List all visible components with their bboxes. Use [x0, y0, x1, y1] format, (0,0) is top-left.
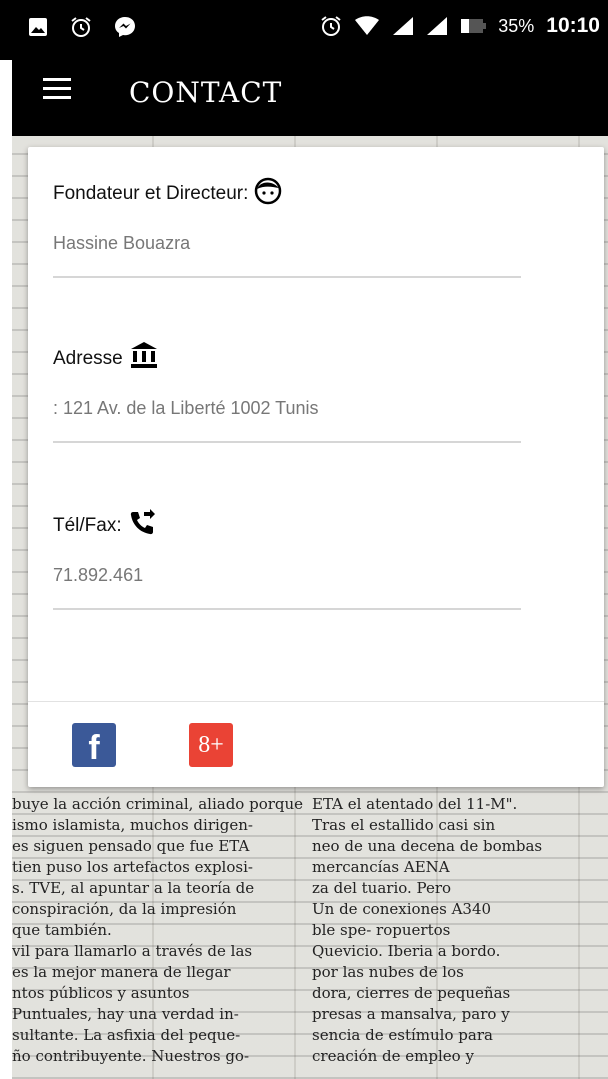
- founder-field: Fondateur et Directeur: Hassine Bouazra: [53, 177, 521, 278]
- bank-icon: [130, 342, 157, 368]
- page-title: CONTACT: [129, 76, 283, 109]
- field-divider: [53, 441, 521, 443]
- address-label-row: Adresse: [53, 340, 521, 370]
- facebook-icon: f: [88, 728, 100, 767]
- field-divider: [53, 608, 521, 610]
- founder-label-row: Fondateur et Directeur:: [53, 177, 521, 205]
- contact-card: Fondateur et Directeur: Hassine Bouazra …: [28, 147, 604, 787]
- field-divider: [53, 276, 521, 278]
- app-bar: CONTACT: [12, 60, 608, 136]
- founder-label: Fondateur et Directeur:: [53, 183, 249, 204]
- newspaper-text-left: buye la acción criminal, aliado porque i…: [12, 795, 304, 1065]
- messenger-icon: [115, 17, 135, 37]
- phone-label-row: Tél/Fax:: [53, 509, 521, 537]
- card-divider: [28, 701, 604, 702]
- phone-forwarded-icon: [130, 509, 155, 535]
- alarm-icon: [71, 17, 91, 37]
- newspaper-text-right: ETA el atentado del 11-M". Tras el estal…: [312, 795, 543, 1065]
- google-plus-button[interactable]: 8+: [189, 723, 233, 767]
- founder-value: Hassine Bouazra: [53, 233, 191, 253]
- address-field: Adresse : 121 Av. de la Liberté 1002 Tun…: [53, 340, 521, 443]
- clock: 10:10: [546, 14, 600, 37]
- signal-icon: [427, 17, 448, 35]
- facebook-button[interactable]: f: [72, 723, 116, 767]
- phone-field: Tél/Fax: 71.892.461: [53, 509, 521, 610]
- face-icon: [255, 177, 282, 205]
- hamburger-icon[interactable]: [43, 78, 71, 100]
- address-value: : 121 Av. de la Liberté 1002 Tunis: [53, 398, 319, 418]
- battery-percent: 35%: [498, 15, 535, 36]
- image-icon: [29, 18, 47, 36]
- wifi-icon: [355, 16, 380, 35]
- alarm-icon: [321, 16, 341, 36]
- phone-label: Tél/Fax:: [53, 515, 122, 536]
- signal-icon: [393, 17, 414, 35]
- phone-value: 71.892.461: [53, 565, 144, 585]
- status-bar: 35% 10:10: [0, 0, 608, 60]
- address-label: Adresse: [53, 348, 123, 369]
- battery-icon: [461, 19, 487, 33]
- google-plus-icon: 8+: [198, 731, 224, 758]
